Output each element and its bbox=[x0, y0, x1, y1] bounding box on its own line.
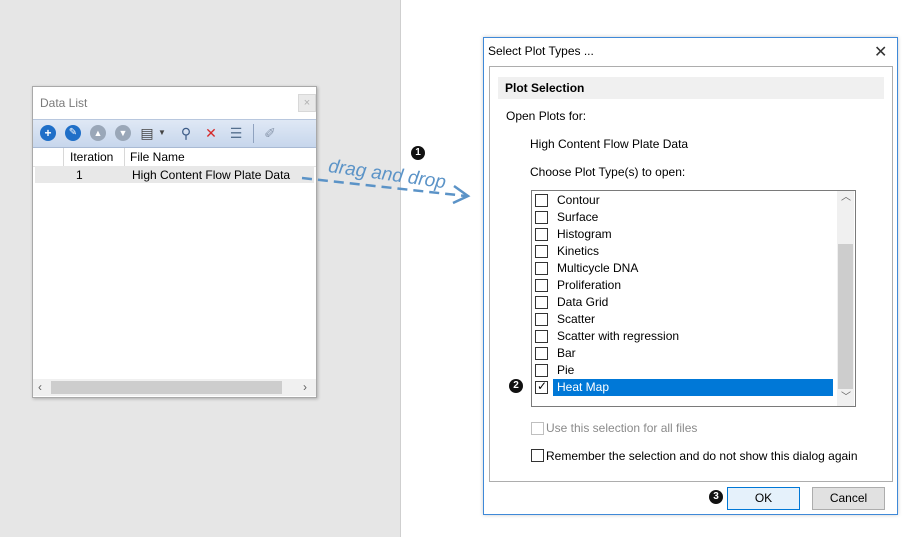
step-3-badge: 3 bbox=[709, 490, 723, 504]
list-item[interactable]: Bar bbox=[535, 345, 831, 362]
select-plot-types-dialog: Select Plot Types ... ✕ Plot Selection O… bbox=[483, 37, 898, 515]
checkbox[interactable] bbox=[535, 228, 548, 241]
checkbox[interactable] bbox=[535, 262, 548, 275]
checkbox-checked[interactable]: ✓ bbox=[535, 379, 548, 394]
list-item[interactable]: Proliferation bbox=[535, 277, 831, 294]
checkbox[interactable] bbox=[535, 296, 548, 309]
checkbox[interactable] bbox=[535, 211, 548, 224]
scroll-up-icon[interactable]: ︿ bbox=[841, 191, 851, 206]
remember-selection-checkbox[interactable] bbox=[531, 449, 544, 462]
list-item[interactable]: Multicycle DNA bbox=[535, 260, 831, 277]
use-selection-all-label: Use this selection for all files bbox=[546, 421, 698, 435]
plot-selection-title: Plot Selection bbox=[505, 81, 585, 95]
checkbox[interactable] bbox=[535, 313, 548, 326]
cancel-button[interactable]: Cancel bbox=[812, 487, 885, 510]
checkmark-icon: ✓ bbox=[537, 379, 548, 393]
step-2-badge: 2 bbox=[509, 379, 523, 393]
checkbox[interactable] bbox=[535, 279, 548, 292]
list-item[interactable]: Scatter with regression bbox=[535, 328, 831, 345]
scroll-down-icon[interactable]: ﹀ bbox=[841, 389, 851, 406]
ok-button[interactable]: OK bbox=[727, 487, 800, 510]
list-item[interactable]: Pie bbox=[535, 362, 831, 379]
list-item[interactable]: Scatter bbox=[535, 311, 831, 328]
plot-selection-header: Plot Selection bbox=[498, 77, 884, 99]
checkbox[interactable] bbox=[535, 194, 548, 207]
list-item-selected[interactable]: ✓ Heat Map bbox=[535, 379, 833, 396]
list-item[interactable]: Contour bbox=[535, 192, 831, 209]
choose-plot-types-label: Choose Plot Type(s) to open: bbox=[530, 165, 686, 179]
list-item[interactable]: Kinetics bbox=[535, 243, 831, 260]
checkbox[interactable] bbox=[535, 330, 548, 343]
use-selection-all-checkbox[interactable] bbox=[531, 422, 544, 435]
scrollbar-thumb[interactable] bbox=[838, 244, 853, 389]
checkbox[interactable] bbox=[535, 347, 548, 360]
plot-types-listbox[interactable]: Contour Surface Histogram Kinetics Multi… bbox=[531, 190, 856, 407]
step-1-badge: 1 bbox=[411, 146, 425, 160]
checkbox[interactable] bbox=[535, 364, 548, 377]
checkbox[interactable] bbox=[535, 245, 548, 258]
list-item[interactable]: Surface bbox=[535, 209, 831, 226]
close-icon[interactable]: ✕ bbox=[874, 42, 887, 62]
open-plots-label: Open Plots for: bbox=[506, 109, 587, 123]
file-name-label: High Content Flow Plate Data bbox=[530, 137, 689, 151]
vertical-scrollbar[interactable]: ︿ ﹀ bbox=[837, 191, 854, 406]
dialog-body: Plot Selection Open Plots for: High Cont… bbox=[489, 66, 893, 482]
list-item[interactable]: Data Grid bbox=[535, 294, 831, 311]
remember-selection-label: Remember the selection and do not show t… bbox=[546, 449, 858, 463]
dialog-title: Select Plot Types ... bbox=[488, 44, 594, 58]
list-item[interactable]: Histogram bbox=[535, 226, 831, 243]
